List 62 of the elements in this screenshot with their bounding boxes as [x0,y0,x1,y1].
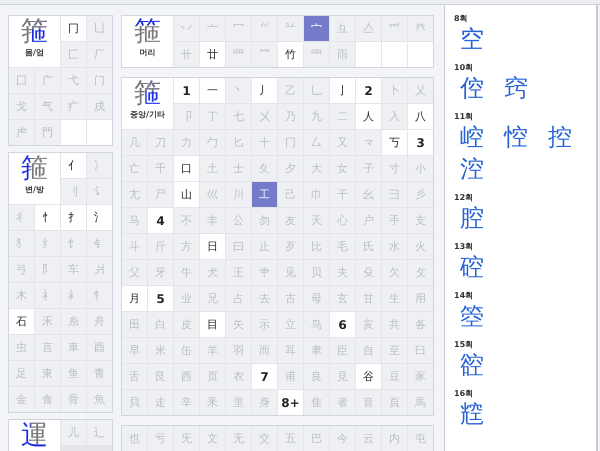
stroke-count: 6 [330,312,355,337]
position-label: 중앙/기타 [130,109,165,120]
stroke-count: 2 [356,78,381,103]
character-link[interactable]: 谾 [460,350,504,382]
radical-key[interactable]: 亻 [61,153,86,178]
character-link[interactable]: 箜 [460,301,504,333]
position-label: 몸/엄 [25,47,44,58]
stroke-count-label: 10획 [454,62,474,73]
radical-key[interactable]: 一 [200,78,225,103]
character-link[interactable]: 涳 [460,154,504,186]
radical-key[interactable]: 亅 [330,78,355,103]
stroke-count-label: 14획 [454,290,474,301]
character-glyph: 箍 [134,79,161,107]
radical-key[interactable]: 目 [200,312,225,337]
radical-key[interactable]: 丂 [382,130,407,155]
radical-key[interactable]: 山 [174,182,199,207]
radical-key[interactable]: 丿 [252,78,277,103]
radical-key[interactable]: 忄 [35,205,60,230]
radical-key[interactable]: 扌 [61,205,86,230]
stroke-count: 4 [148,208,173,233]
character-link[interactable]: 悾 [504,122,548,154]
character-link[interactable]: 空 [460,24,504,56]
radical-key[interactable]: 冂 [61,16,86,41]
character-glyph: 箍 [21,17,48,45]
radical-key[interactable]: 氵 [87,205,112,230]
position-label: 변/방 [25,184,44,195]
radical-key[interactable]: 口 [174,156,199,181]
stroke-count-label: 12획 [454,192,474,203]
radical-key[interactable]: ⺍ [252,16,277,41]
stroke-count-label: 8획 [454,13,469,24]
character-link[interactable]: 䆪 [460,399,504,431]
radical-key[interactable]: 谷 [356,364,381,389]
character-link[interactable]: 窍 [504,73,548,105]
radical-key[interactable]: 宀 [304,16,329,41]
position-label: 머리 [140,47,156,58]
character-link[interactable]: 控 [548,122,592,154]
stroke-count: 3 [408,130,433,155]
radical-key[interactable]: 廿 [200,42,225,67]
radical-key[interactable]: 月 [122,286,147,311]
radical-key[interactable]: 工 [252,182,277,207]
character-link[interactable]: 倥 [460,73,504,105]
radical-key[interactable]: ⺲ [304,42,329,67]
stroke-count-label: 11획 [454,111,474,122]
character-link[interactable]: 硿 [460,252,504,284]
stroke-count-label: 15획 [454,339,474,350]
radical-key[interactable]: 人 [356,104,381,129]
stroke-count-label: 13획 [454,241,474,252]
radical-key[interactable]: 石 [9,309,34,334]
stroke-count: 1 [174,78,199,103]
character-glyph: 箍 [21,154,48,182]
radical-key[interactable]: 竹 [278,42,303,67]
character-glyph: 運 [21,421,48,449]
character-glyph: 箍 [134,17,161,45]
stroke-count: 7 [252,364,277,389]
character-link[interactable]: 崆 [460,122,504,154]
stroke-count-label: 16획 [454,388,474,399]
character-link[interactable]: 腔 [460,203,504,235]
stroke-count: 8+ [278,390,303,415]
stroke-count: 5 [148,286,173,311]
radical-key[interactable]: 日 [200,234,225,259]
radical-key[interactable]: ⺮ [252,42,277,67]
radical-key[interactable]: 八 [408,104,433,129]
